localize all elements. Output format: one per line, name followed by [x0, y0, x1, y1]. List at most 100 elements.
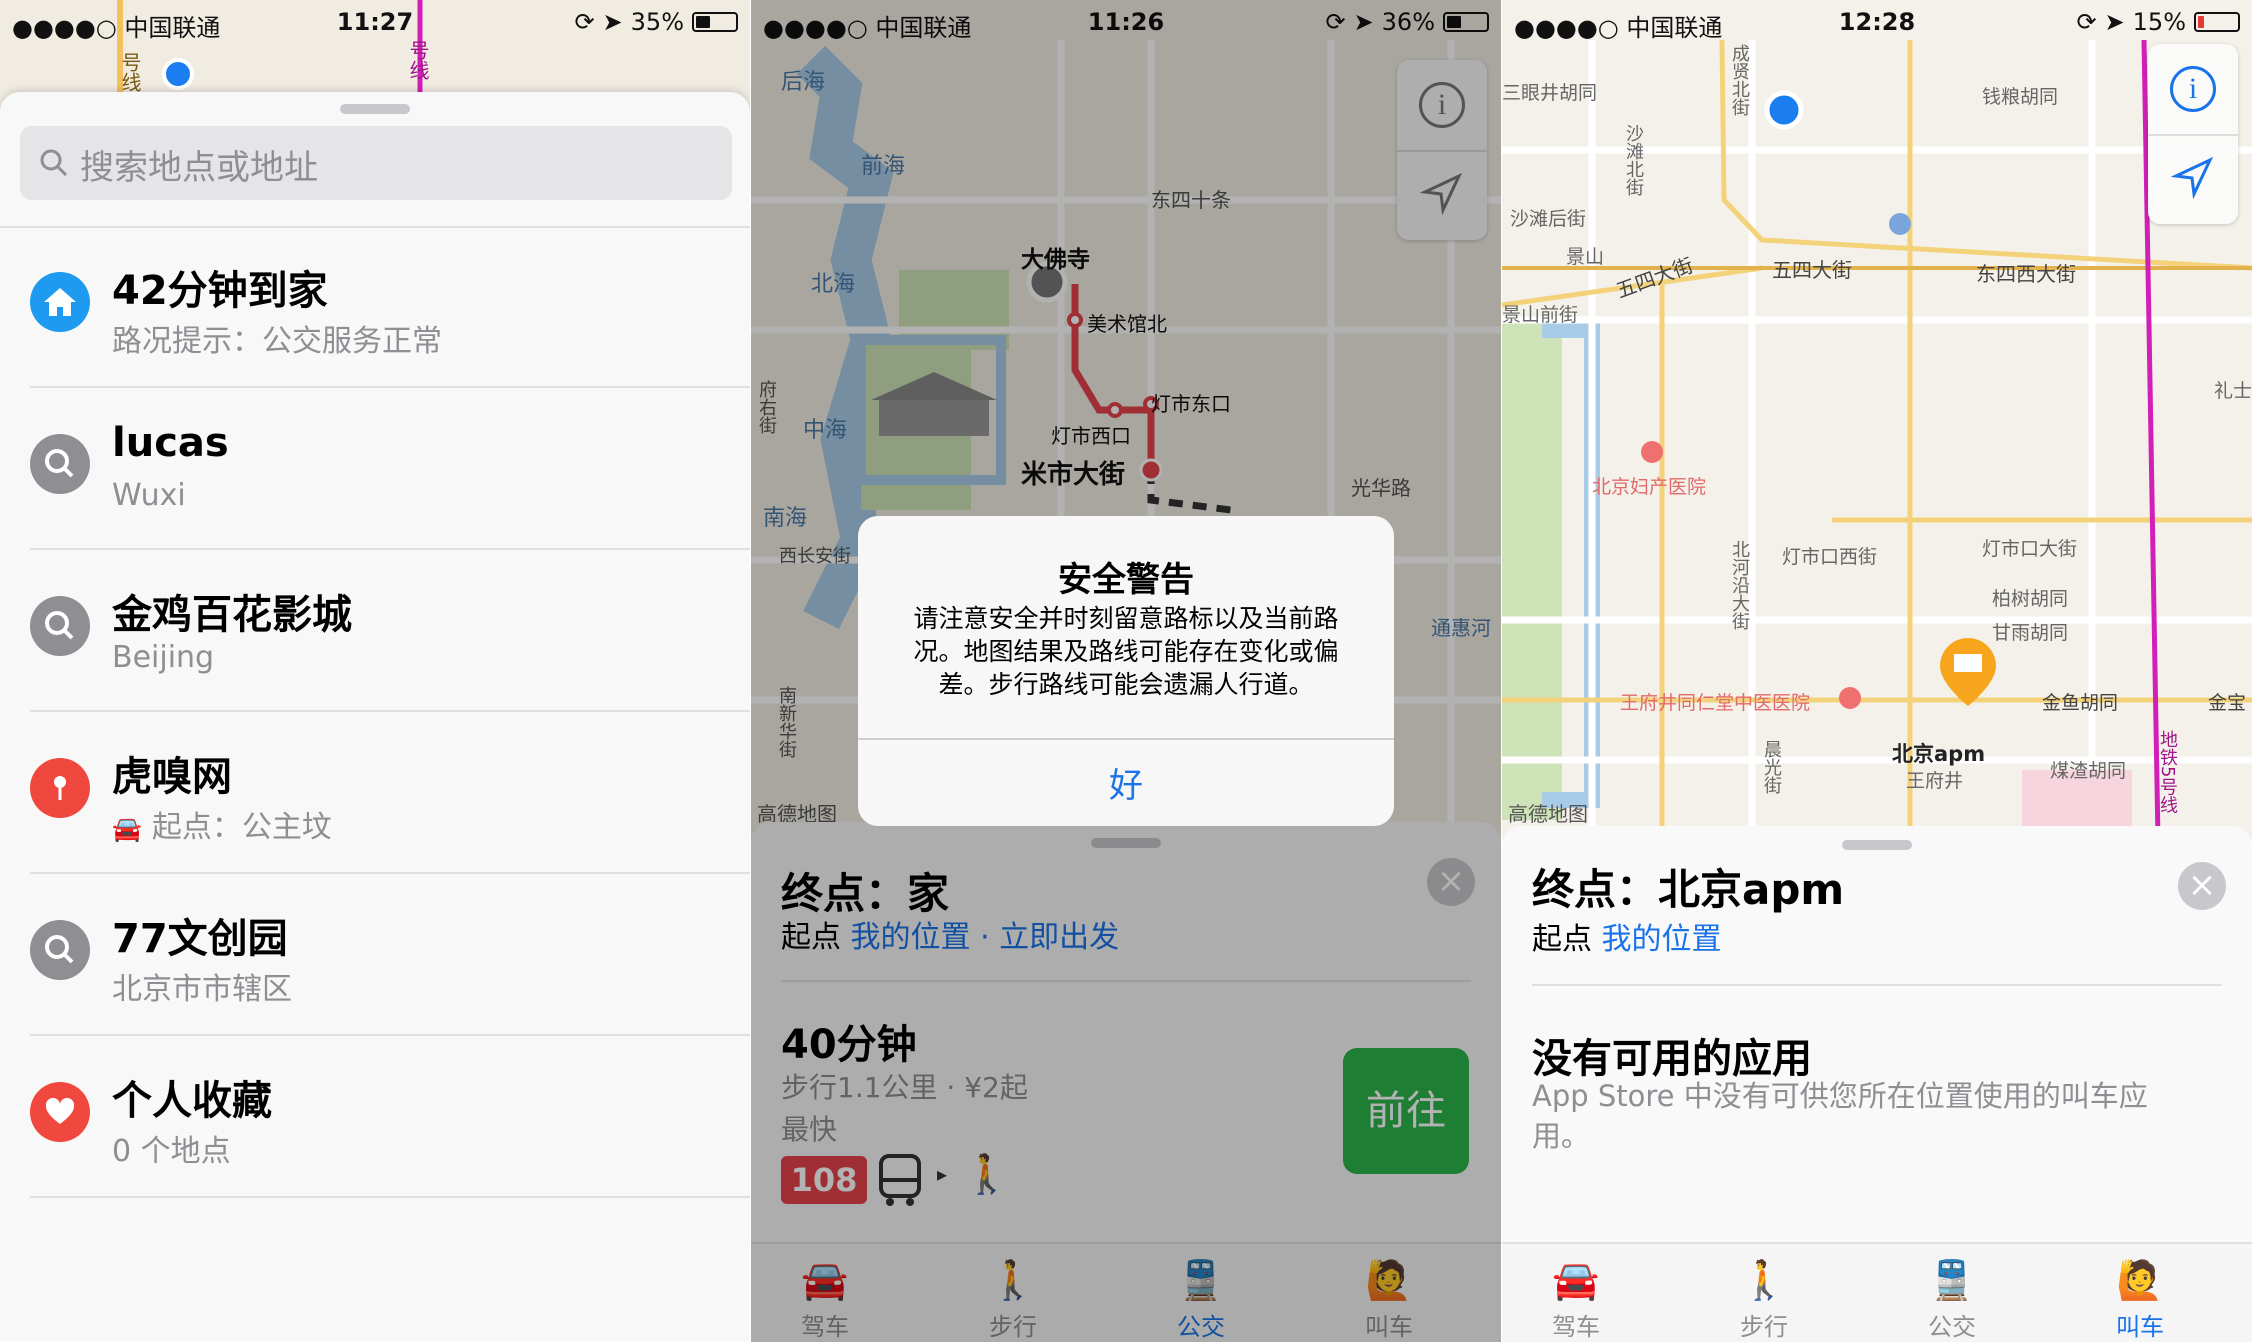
panel-search: 号线 号线 ●●●●○ 中国联通 11:27 ⟳ ➤ 35% 搜索地点或地址 4… [0, 0, 750, 1342]
car-icon: 🚘 [112, 815, 142, 843]
close-button[interactable]: × [2178, 862, 2226, 910]
list-item-title: lucas [112, 420, 229, 466]
map-label: 沙滩后街 [1510, 208, 1587, 230]
map-label: 灯市口西街 [1782, 546, 1878, 568]
location-arrow-icon: ➤ [602, 8, 623, 36]
ride-icon: 🙋 [2116, 1258, 2164, 1302]
walk-icon: 🚶 [1740, 1258, 1788, 1302]
list-item[interactable]: 虎嗅网 🚘 起点：公主坟 [0, 712, 750, 874]
poi-icon [1889, 213, 1911, 235]
alert-body: 请注意安全并时刻留意路标以及当前路况。地图结果及路线可能存在变化或偏差。步行路线… [913, 604, 1339, 699]
origin-value-link[interactable]: 我的位置 [1602, 922, 1722, 957]
map-label: 北河沿大街 [1729, 540, 1750, 630]
list-item[interactable]: 42分钟到家路况提示：公交服务正常 [0, 226, 750, 388]
hospital-icon [1641, 441, 1663, 463]
car-icon: 🚘 [1552, 1258, 1600, 1302]
list-item-subtitle: 0 个地点 [112, 1134, 231, 1169]
list-item-title: 77文创园 [112, 916, 288, 962]
battery-percent: 15% [2132, 8, 2186, 36]
pin-icon [30, 758, 90, 818]
map-label: 钱粮胡同 [1982, 86, 2059, 108]
battery-icon [692, 12, 738, 32]
transit-icon: 🚆 [1928, 1258, 1976, 1302]
list-item-subtitle: 🚘 起点：公主坟 [112, 810, 332, 845]
search-icon [40, 149, 68, 177]
home-icon [30, 272, 90, 332]
map-label: 王府井 [1906, 770, 1964, 792]
locate-me-icon[interactable] [2170, 154, 2216, 200]
list-item[interactable]: 77文创园北京市市辖区 [0, 874, 750, 1036]
location-arrow-icon: ➤ [2104, 8, 2125, 36]
map-label: 号线 [118, 52, 142, 92]
map-label: 沙滩北街 [1623, 124, 1644, 196]
list-item[interactable]: lucas Wuxi [0, 388, 750, 550]
tab-transit[interactable]: 🚆 公交 [1892, 1258, 2012, 1342]
panel-transit: 后海 前海 北海 中海 南海 东四十条 大佛寺 美术馆北 灯市东口 灯市西口 米… [751, 0, 1501, 1342]
map-label: 煤渣胡同 [2050, 760, 2127, 782]
search-bar[interactable]: 搜索地点或地址 [20, 126, 732, 200]
rotation-lock-icon: ⟳ [2076, 8, 2097, 36]
list-item-subtitle: Wuxi [112, 478, 186, 513]
tab-label: 公交 [1928, 1313, 1976, 1341]
heart-icon [30, 1082, 90, 1142]
info-icon[interactable]: i [2170, 66, 2216, 112]
search-icon [30, 920, 90, 980]
list-item-title: 虎嗅网 [112, 754, 232, 800]
panel-ride: 三眼井胡同 钱粮胡同 成贤北街 沙滩北街 沙滩后街 景山 五四大街 五四大街 东… [1502, 0, 2252, 1342]
map-label: 金鱼胡同 [2042, 692, 2119, 714]
list-item-title: 金鸡百花影城 [112, 592, 352, 638]
current-location-dot [1764, 90, 1804, 130]
map-label: 五四大街 [1772, 258, 1852, 282]
map-label: 礼士 [2214, 380, 2252, 402]
tab-ride[interactable]: 🙋 叫车 [2080, 1258, 2200, 1342]
tab-label: 叫车 [2116, 1313, 2164, 1341]
map-label: 东四西大街 [1976, 262, 2076, 286]
list-item-title: 个人收藏 [112, 1078, 272, 1124]
search-placeholder: 搜索地点或地址 [80, 148, 318, 188]
tab-drive[interactable]: 🚘 驾车 [1516, 1258, 1636, 1342]
alert-title: 安全警告 [1058, 560, 1194, 600]
divider [30, 1196, 750, 1198]
map-label: 晨光街 [1761, 740, 1782, 794]
map-label: 甘雨胡同 [1992, 622, 2069, 644]
search-icon [30, 596, 90, 656]
battery-percent: 35% [630, 8, 684, 36]
map-label: 灯市口大街 [1982, 538, 2078, 560]
status-bar: ●●●●○ 中国联通 11:27 ⟳ ➤ 35% [0, 0, 750, 48]
safety-alert: 安全警告 请注意安全并时刻留意路标以及当前路况。地图结果及路线可能存在变化或偏差… [858, 516, 1394, 826]
destination-title: 终点：北京apm [1532, 865, 1845, 914]
map-label: 地铁5号线 [2157, 730, 2178, 814]
list-item[interactable]: 个人收藏 0 个地点 [0, 1036, 750, 1198]
battery-icon [2194, 12, 2240, 32]
map-label: 成贤北街 [1729, 44, 1750, 116]
tab-walk[interactable]: 🚶 步行 [1704, 1258, 1824, 1342]
map-label: 景山前街 [1502, 304, 1579, 326]
transport-tabbar: 🚘 驾车 🚶 步行 🚆 公交 🙋 叫车 [1502, 1242, 2252, 1342]
current-location-dot [162, 58, 194, 90]
list-item-subtitle: 北京市市辖区 [112, 972, 292, 1007]
map-label: 金宝 [2208, 692, 2247, 714]
map-brand: 高德地图 [1508, 802, 1588, 826]
sheet-grabber[interactable] [340, 104, 410, 114]
map-label: 三眼井胡同 [1502, 82, 1598, 104]
list-item[interactable]: 金鸡百花影城 Beijing [0, 550, 750, 712]
map-label: 景山 [1566, 246, 1605, 268]
hospital-icon [1839, 687, 1861, 709]
origin-line: 起点 我的位置 [1532, 922, 1722, 957]
alert-ok-button[interactable]: 好 [858, 746, 1394, 826]
map-label: 北京apm [1892, 742, 1986, 766]
status-bar: ●●●●○ 中国联通 12:28 ⟳ ➤ 15% [1502, 0, 2252, 48]
tab-label: 步行 [1740, 1313, 1788, 1341]
map-background [1502, 0, 2252, 840]
map-label: 王府井同仁堂中医医院 [1620, 692, 1811, 714]
map-label: 柏树胡同 [1992, 588, 2069, 610]
map-view[interactable]: 三眼井胡同 钱粮胡同 成贤北街 沙滩北街 沙滩后街 景山 五四大街 五四大街 东… [1502, 0, 2252, 840]
tab-label: 驾车 [1552, 1313, 1600, 1341]
list-item-title: 42分钟到家 [112, 268, 328, 314]
search-sheet: 搜索地点或地址 42分钟到家路况提示：公交服务正常 lucas Wuxi 金鸡百花影城… [0, 92, 750, 1342]
rotation-lock-icon: ⟳ [574, 8, 595, 36]
sheet-grabber[interactable] [1842, 840, 1912, 850]
list-item-subtitle: 路况提示：公交服务正常 [112, 324, 442, 359]
map-controls: i [2148, 44, 2238, 224]
no-app-body: App Store 中没有可供您所在位置使用的叫车应用。 [1532, 1079, 2148, 1153]
